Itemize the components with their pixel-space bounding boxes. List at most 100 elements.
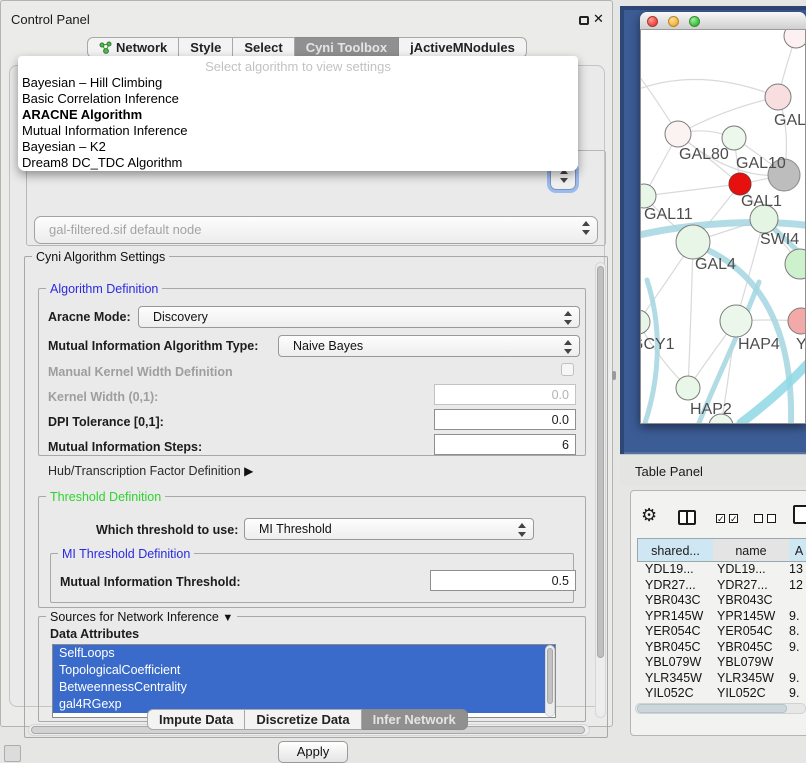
unchecked-checkbox-icon[interactable] xyxy=(767,514,776,523)
table-row[interactable]: YBR043CYBR043C xyxy=(637,593,806,609)
data-attribute-item[interactable]: TopologicalCoefficient xyxy=(53,662,555,679)
mi-threshold-input[interactable] xyxy=(430,570,576,591)
table-cell: 13 xyxy=(789,562,803,578)
table-cell: YIL052C xyxy=(645,686,694,702)
data-attributes-list[interactable]: SelfLoopsTopologicalCoefficientBetweenne… xyxy=(52,644,556,718)
columns-icon[interactable] xyxy=(678,510,696,525)
network-column-value: gal-filtered.sif default node xyxy=(49,222,201,237)
scrollbar-thumb[interactable] xyxy=(637,704,787,713)
aracne-mode-select[interactable]: Discovery xyxy=(138,306,580,328)
dpi-tolerance-label: DPI Tolerance [0,1]: xyxy=(48,414,164,430)
mi-threshold-definition-title: MI Threshold Definition xyxy=(58,547,194,561)
table-row[interactable]: YBR045CYBR045C9. xyxy=(637,640,806,656)
network-node[interactable] xyxy=(720,305,752,337)
network-node[interactable] xyxy=(676,376,700,400)
float-window-icon[interactable] xyxy=(579,16,589,25)
network-node[interactable] xyxy=(665,121,691,147)
network-node[interactable] xyxy=(676,225,710,259)
tab-discretize-data[interactable]: Discretize Data xyxy=(245,709,361,730)
network-graph[interactable]: GALGAL80GAL10GAL1GAL11SWI4GAL4GCY1HAP4YH… xyxy=(641,30,805,423)
table-row[interactable]: YBL079WYBL079W xyxy=(637,655,806,671)
kernel-width-input[interactable] xyxy=(434,384,576,405)
table-row[interactable]: YDR27...YDR27...12 xyxy=(637,578,806,594)
column-header-shared-name[interactable]: shared... xyxy=(637,538,714,562)
table-cell: 9. xyxy=(789,671,799,687)
dpi-tolerance-input[interactable] xyxy=(434,409,576,430)
tab-jactivemnodules[interactable]: jActiveMNodules xyxy=(399,37,527,58)
tab-network[interactable]: Network xyxy=(87,37,179,58)
tab-cyni-toolbox[interactable]: Cyni Toolbox xyxy=(295,37,399,58)
list-vertical-scrollbar[interactable] xyxy=(545,645,555,717)
network-window-titlebar[interactable] xyxy=(640,12,806,30)
mi-steps-label: Mutual Information Steps: xyxy=(48,439,202,455)
table-cell: YDR27... xyxy=(645,578,696,594)
table-cell: YPR145W xyxy=(717,609,775,625)
network-canvas[interactable]: GALGAL80GAL10GAL1GAL11SWI4GAL4GCY1HAP4YH… xyxy=(641,30,805,423)
hub-definition-expander[interactable]: Hub/Transcription Factor Definition ▶ xyxy=(48,464,253,478)
network-edge xyxy=(688,242,693,388)
network-node[interactable] xyxy=(641,184,656,208)
algorithm-option[interactable]: Basic Correlation Inference xyxy=(18,91,578,107)
tab-label: Style xyxy=(190,38,221,57)
network-node[interactable] xyxy=(765,84,791,110)
sources-group-title[interactable]: Sources for Network Inference ▼ xyxy=(46,610,237,624)
table-row[interactable]: YDL19...YDL19...13 xyxy=(637,562,806,578)
unchecked-checkbox-icon[interactable] xyxy=(754,514,763,523)
close-icon[interactable]: ✕ xyxy=(593,11,604,27)
settings-vertical-scrollbar[interactable] xyxy=(595,262,606,718)
tab-select[interactable]: Select xyxy=(233,37,294,58)
data-attribute-item[interactable]: BetweennessCentrality xyxy=(53,679,555,696)
table-row[interactable]: YPR145WYPR145W9. xyxy=(637,609,806,625)
bottom-tabs: Impute Data Discretize DataInfer Network xyxy=(147,709,468,730)
column-header-partial[interactable]: A xyxy=(789,538,806,562)
network-node[interactable] xyxy=(784,30,805,48)
document-icon[interactable] xyxy=(793,505,806,524)
table-row[interactable]: YIL052CYIL052C9. xyxy=(637,686,806,702)
apply-button[interactable]: Apply xyxy=(278,741,348,763)
table-cell: YLR345W xyxy=(717,671,774,687)
network-node[interactable] xyxy=(785,249,805,279)
network-node[interactable] xyxy=(641,310,650,334)
algorithm-option[interactable]: Bayesian – Hill Climbing xyxy=(18,75,578,91)
node-label: GCY1 xyxy=(641,336,675,353)
mi-threshold-label: Mutual Information Threshold: xyxy=(60,574,241,590)
close-traffic-light[interactable] xyxy=(647,16,658,27)
network-node[interactable] xyxy=(729,173,751,195)
minimize-traffic-light[interactable] xyxy=(668,16,679,27)
algorithm-definition-title: Algorithm Definition xyxy=(46,282,162,296)
column-header-name[interactable]: name xyxy=(713,538,790,562)
table-cell: YIL052C xyxy=(717,686,766,702)
gear-icon[interactable]: ⚙ xyxy=(641,505,657,526)
scrollbar-thumb[interactable] xyxy=(547,648,553,704)
tab-infer-network[interactable]: Infer Network xyxy=(362,709,468,730)
data-attribute-item[interactable]: SelfLoops xyxy=(53,645,555,662)
table-row[interactable]: YLR345WYLR345W9. xyxy=(637,671,806,687)
dock-panel-chip[interactable] xyxy=(4,745,21,762)
table-cell: YBR043C xyxy=(645,593,701,609)
tab-label: Impute Data xyxy=(159,710,233,729)
table-cell: YER054C xyxy=(717,624,773,640)
tab-style[interactable]: Style xyxy=(179,37,233,58)
algorithm-option[interactable]: ARACNE Algorithm xyxy=(18,107,578,123)
node-label: GAL xyxy=(774,112,805,129)
scrollbar-thumb[interactable] xyxy=(597,266,604,658)
algorithm-option[interactable]: Bayesian – K2 xyxy=(18,139,578,155)
network-column-select[interactable]: gal-filtered.sif default node xyxy=(34,216,598,244)
algorithm-option[interactable]: Mutual Information Inference xyxy=(18,123,578,139)
checked-checkbox-icon[interactable]: ✓ xyxy=(729,514,738,523)
checked-checkbox-icon[interactable]: ✓ xyxy=(716,514,725,523)
manual-kernel-checkbox[interactable] xyxy=(561,363,574,376)
zoom-traffic-light[interactable] xyxy=(689,16,700,27)
panel-splitter-handle[interactable] xyxy=(612,371,616,380)
algorithm-option[interactable]: Dream8 DC_TDC Algorithm xyxy=(18,155,578,171)
network-edge xyxy=(641,80,778,97)
table-row[interactable]: YER054CYER054C8. xyxy=(637,624,806,640)
network-node[interactable] xyxy=(788,308,805,334)
mi-type-select[interactable]: Naive Bayes xyxy=(278,335,580,357)
tab-impute-data[interactable]: Impute Data xyxy=(147,709,245,730)
mi-steps-input[interactable] xyxy=(434,434,576,455)
which-threshold-select[interactable]: MI Threshold xyxy=(244,518,534,540)
dropdown-placeholder: Select algorithm to view settings xyxy=(18,58,578,75)
table-cell: YBR045C xyxy=(645,640,701,656)
table-cell: YBL079W xyxy=(717,655,773,671)
